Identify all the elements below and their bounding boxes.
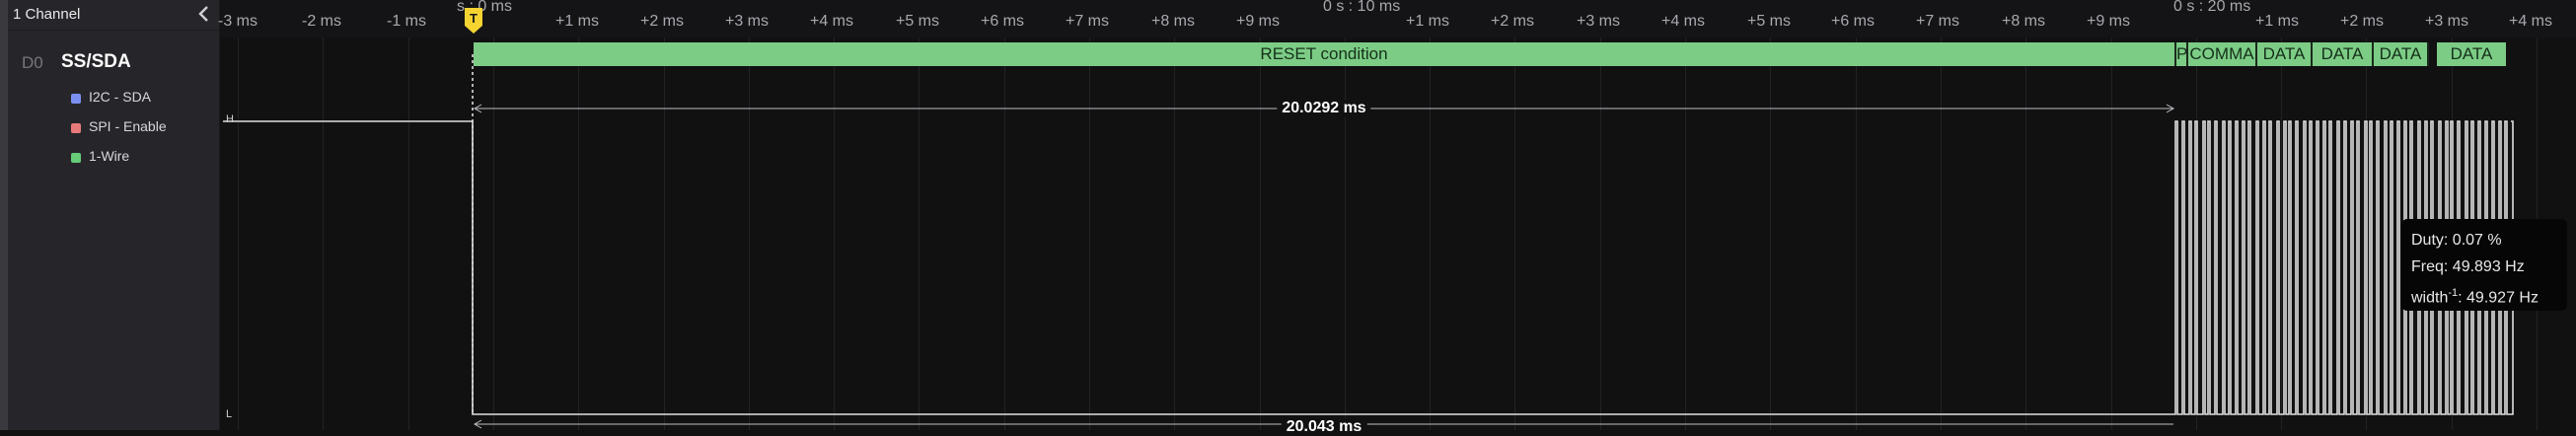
tooltip-width: width-1: 49.927 Hz bbox=[2411, 287, 2539, 307]
period-label: 20.043 ms bbox=[1281, 418, 1367, 436]
high-level-marker: H bbox=[226, 113, 234, 125]
measurement-tooltip: Duty: 0.07 % Freq: 49.893 Hz width-1: 49… bbox=[2401, 219, 2567, 311]
pulse-width-label: 20.0292 ms bbox=[1277, 100, 1371, 117]
tooltip-duty: Duty: 0.07 % bbox=[2411, 232, 2502, 249]
low-level-marker: L bbox=[226, 408, 233, 420]
waveform-trace[interactable] bbox=[0, 0, 2576, 430]
tooltip-freq: Freq: 49.893 Hz bbox=[2411, 258, 2525, 275]
signal-path bbox=[223, 120, 2514, 415]
